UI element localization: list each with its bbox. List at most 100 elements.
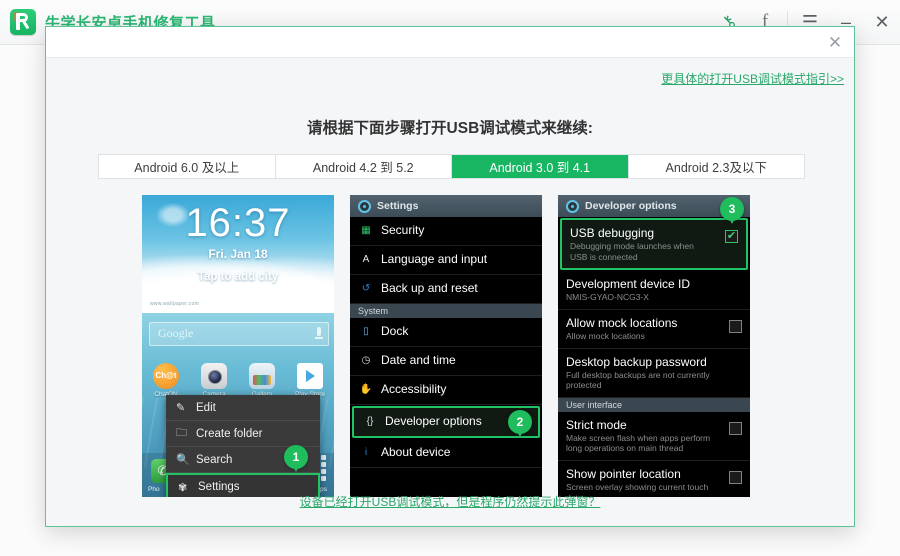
list-item-title: Development device ID bbox=[566, 277, 691, 292]
settings-header-title: Settings bbox=[377, 200, 419, 212]
step3-developer-options-screenshot: Developer options USB debugging Debugging… bbox=[558, 195, 750, 497]
already-enabled-link[interactable]: 设备已经打开USB调试模式，但是程序仍然提示此弹窗？ bbox=[46, 493, 854, 510]
step1-home-screen-screenshot: 16:37 Fri. Jan 18 Tap to add city www.wa… bbox=[142, 195, 334, 497]
home-app-2[interactable]: Gallery bbox=[243, 363, 281, 398]
list-item-title: Developer options bbox=[385, 414, 482, 428]
checkbox[interactable]: ✔ bbox=[725, 230, 738, 243]
developer-options-header-title: Developer options bbox=[585, 200, 677, 212]
application-window: 牛学长安卓手机修复工具 ⚷ f ☰ – ✕ ✕ 更具体的打开USB调试模式指引>… bbox=[0, 0, 900, 556]
list-item[interactable]: Development device ID NMIS-GYAO-NCG3-X bbox=[558, 271, 750, 310]
google-search-label: Google bbox=[158, 326, 194, 340]
list-item-subtitle: Make screen flash when apps perform long… bbox=[566, 432, 711, 454]
settings-header: Settings bbox=[350, 195, 542, 217]
phone-dialer-label: Pho bbox=[148, 486, 160, 493]
list-item-title: USB debugging bbox=[570, 226, 655, 240]
steps-screenshots: 16:37 Fri. Jan 18 Tap to add city www.wa… bbox=[98, 195, 805, 497]
list-item-title: Desktop backup password bbox=[566, 354, 707, 369]
home-app-0[interactable]: Ch@tChatON bbox=[147, 363, 185, 398]
wallpaper-watermark: www.wallpaper.com bbox=[150, 301, 200, 307]
ic-play-icon bbox=[297, 363, 323, 389]
list-item-title: Strict mode bbox=[566, 417, 627, 432]
dialog-header: ✕ bbox=[46, 27, 854, 58]
step-badge-3: 3 bbox=[720, 197, 744, 224]
list-item-title: Allow mock locations bbox=[566, 315, 678, 330]
phone-city-prompt: Tap to add city bbox=[197, 271, 279, 283]
menu-item-icon: ✎ bbox=[176, 402, 186, 414]
list-item-icon: A bbox=[362, 254, 370, 265]
list-item-icon: ▦ bbox=[361, 225, 371, 236]
list-item[interactable]: USB debugging Debugging mode launches whe… bbox=[560, 218, 748, 271]
checkbox[interactable] bbox=[729, 471, 742, 484]
tab-android-2[interactable]: Android 3.0 到 4.1 bbox=[452, 155, 629, 178]
android-version-tabs: Android 6.0 及以上 Android 4.2 到 5.2 Android … bbox=[98, 154, 805, 179]
close-button[interactable]: ✕ bbox=[864, 0, 900, 44]
developer-options-list: USB debugging Debugging mode launches whe… bbox=[558, 218, 750, 497]
home-app-1[interactable]: Camera bbox=[195, 363, 233, 398]
menu-item-icon: 🗀 bbox=[176, 427, 187, 439]
microphone-icon bbox=[315, 327, 323, 339]
list-item-icon: ✋ bbox=[359, 384, 373, 395]
list-item-icon: ▯ bbox=[363, 326, 369, 337]
list-section-header: System bbox=[350, 304, 542, 318]
list-item-icon: ◷ bbox=[361, 355, 371, 366]
ic-chat-icon: Ch@t bbox=[153, 363, 179, 389]
list-item-title: Show pointer location bbox=[566, 467, 681, 481]
usb-debugging-dialog: ✕ 更具体的打开USB调试模式指引>> 请根据下面步骤打开USB调试模式来继续:… bbox=[45, 26, 855, 527]
list-item-subtitle: Debugging mode launches when USB is conn… bbox=[570, 241, 694, 262]
list-item[interactable]: Strict mode Make screen flash when apps p… bbox=[558, 412, 750, 461]
step-badge-1: 1 bbox=[284, 445, 308, 472]
dialog-close-button[interactable]: ✕ bbox=[824, 32, 846, 54]
list-item[interactable]: i About device bbox=[350, 439, 542, 468]
home-app-icons: Ch@tChatON Camera Gallery Play Store bbox=[142, 363, 334, 398]
list-item[interactable]: Desktop backup password Full desktop back… bbox=[558, 349, 750, 398]
checkbox[interactable] bbox=[729, 421, 742, 435]
list-item[interactable]: ✋ Accessibility bbox=[350, 376, 542, 405]
step2-settings-screenshot: Settings ▦ Security A Language and input ↺ Ba… bbox=[350, 195, 542, 497]
list-item[interactable]: ▯ Dock bbox=[350, 318, 542, 347]
list-item-title: Language and input bbox=[381, 252, 488, 266]
step-badge-2: 2 bbox=[508, 410, 532, 437]
phone-date: Fri. Jan 18 bbox=[208, 247, 268, 261]
menu-item-label: Settings bbox=[198, 481, 240, 493]
list-item[interactable]: Allow mock locations Allow mock locations bbox=[558, 310, 750, 349]
ic-cam-icon bbox=[201, 363, 227, 389]
list-item-title: About device bbox=[381, 445, 451, 459]
list-item-subtitle: Full desktop backups are not currently p… bbox=[566, 369, 710, 391]
tab-android-3[interactable]: Android 2.3及以下 bbox=[629, 155, 805, 178]
tab-android-0[interactable]: Android 6.0 及以上 bbox=[99, 155, 276, 178]
menu-item-label: Create folder bbox=[196, 427, 263, 440]
checkbox[interactable] bbox=[729, 319, 742, 333]
menu-item-icon: 🔍 bbox=[176, 454, 190, 466]
list-item-title: Dock bbox=[381, 324, 409, 338]
home-app-3[interactable]: Play Store bbox=[291, 363, 329, 398]
list-item-title: Accessibility bbox=[381, 382, 447, 396]
app-logo-icon bbox=[10, 9, 36, 35]
list-section-header: User interface bbox=[558, 397, 750, 412]
list-item[interactable]: A Language and input bbox=[350, 246, 542, 275]
ic-gal-icon bbox=[249, 363, 275, 389]
dialog-headline: 请根据下面步骤打开USB调试模式来继续: bbox=[307, 120, 593, 137]
tab-android-1[interactable]: Android 4.2 到 5.2 bbox=[276, 155, 452, 178]
detailed-guide-link[interactable]: 更具体的打开USB调试模式指引>> bbox=[661, 70, 844, 87]
list-item-icon: i bbox=[364, 447, 368, 458]
list-item-icon: {} bbox=[366, 416, 374, 427]
list-item[interactable]: ▦ Security bbox=[350, 217, 542, 246]
list-item-icon: ↺ bbox=[361, 283, 371, 294]
list-item-title: Back up and reset bbox=[381, 281, 478, 295]
list-item-subtitle: NMIS-GYAO-NCG3-X bbox=[566, 292, 649, 303]
menu-item-icon: ✾ bbox=[178, 481, 188, 494]
dialog-body: 更具体的打开USB调试模式指引>> 请根据下面步骤打开USB调试模式来继续: A… bbox=[46, 58, 854, 526]
menu-item-label: Edit bbox=[196, 401, 216, 414]
list-item[interactable]: ↺ Back up and reset bbox=[350, 275, 542, 304]
context-menu-item-edit[interactable]: ✎ Edit bbox=[166, 395, 320, 421]
gear-icon bbox=[358, 199, 371, 213]
list-item-subtitle: Allow mock locations bbox=[566, 330, 645, 341]
google-search-bar[interactable]: Google bbox=[149, 322, 329, 346]
menu-item-label: Search bbox=[196, 453, 233, 466]
list-item[interactable]: Show pointer location Screen overlay show… bbox=[558, 461, 750, 497]
list-item-title: Security bbox=[381, 223, 425, 237]
list-item-title: Date and time bbox=[381, 353, 456, 367]
phone-clock: 16:37 bbox=[185, 201, 291, 245]
context-menu-item-create-folder[interactable]: 🗀 Create folder bbox=[166, 421, 320, 447]
list-item[interactable]: ◷ Date and time bbox=[350, 347, 542, 376]
